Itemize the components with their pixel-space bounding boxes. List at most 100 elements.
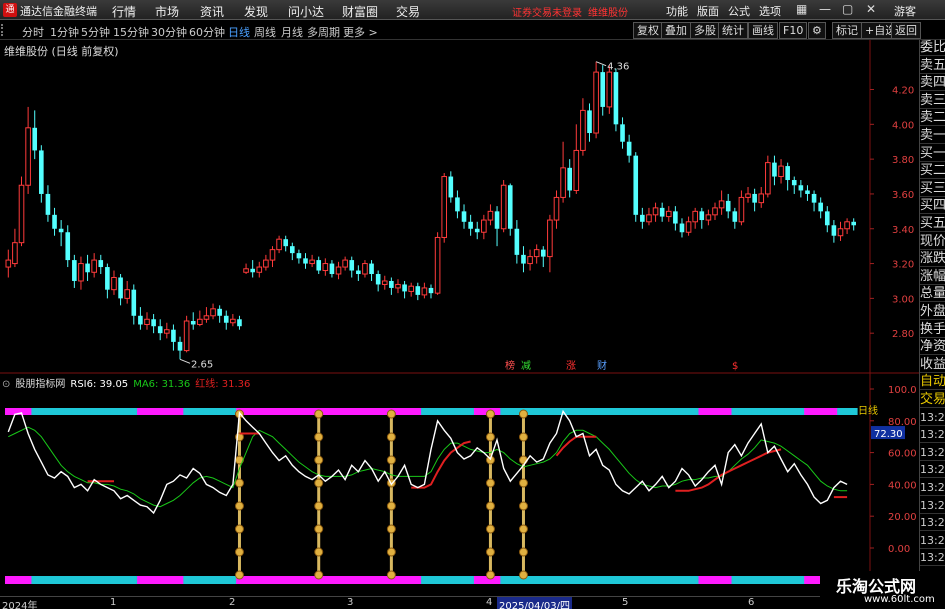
bottom-signal-band — [691, 576, 700, 584]
back-button[interactable]: 返回 — [891, 22, 921, 39]
period-more[interactable]: 更多 > — [343, 24, 378, 40]
period-1min[interactable]: 1分钟 — [50, 24, 79, 40]
money-bag-icon — [518, 501, 528, 511]
maximize-icon[interactable]: ▢ — [842, 2, 853, 16]
bottom-signal-band — [606, 576, 614, 584]
minimize-icon[interactable]: — — [819, 2, 831, 16]
side-panel-item[interactable]: 交易 — [920, 392, 945, 408]
candle-body — [640, 214, 645, 222]
bottom-signal-band — [784, 576, 792, 584]
candle-body — [567, 167, 572, 191]
side-panel-item[interactable]: 收益 — [920, 357, 945, 373]
bottom-signal-band — [526, 576, 534, 584]
side-panel-item[interactable]: 13:23 — [920, 550, 945, 567]
side-panel-item[interactable]: 委比 — [920, 40, 945, 56]
menu-xuanxiang[interactable]: 选项 — [759, 3, 781, 19]
candle-body — [692, 210, 698, 223]
top-signal-band — [447, 408, 455, 415]
menu-jiaoyi[interactable]: 交易 — [396, 3, 420, 20]
money-bag-icon — [234, 524, 244, 534]
side-panel-item[interactable]: 卖三 — [920, 93, 945, 109]
side-panel-item[interactable]: 13:22 — [920, 445, 945, 461]
side-panel-item[interactable]: 13:22 — [920, 410, 945, 426]
tongji-button[interactable]: 统计 — [718, 22, 748, 39]
side-panel-item[interactable]: 涨跌 — [920, 251, 945, 268]
diejia-button[interactable]: 叠加 — [661, 22, 691, 39]
period-multi[interactable]: 多周期 — [307, 24, 340, 40]
top-signal-band — [348, 408, 356, 415]
period-15min[interactable]: 15分钟 — [113, 24, 149, 40]
huaxian-button[interactable]: 画线 — [748, 22, 778, 39]
top-signal-band — [440, 408, 449, 415]
side-panel-item[interactable]: 买四 — [920, 198, 945, 215]
side-panel-item[interactable]: 13:23 — [920, 498, 945, 514]
side-panel-item[interactable]: 总量 — [920, 286, 945, 303]
side-panel-item[interactable]: 现价 — [920, 234, 945, 250]
indicator-toggle-icon[interactable]: ⊙ — [2, 379, 10, 390]
candle-body — [712, 207, 718, 216]
period-60min[interactable]: 60分钟 — [189, 24, 225, 40]
date-axis: 2024年 1 2 3 4 2025/04/03/四 5 6 — [0, 596, 820, 609]
period-daily[interactable]: 日线 — [228, 24, 250, 40]
menu-caifuquan[interactable]: 财富圈 — [342, 3, 378, 20]
close-icon[interactable]: ✕ — [866, 2, 876, 16]
side-panel-item[interactable]: 卖五 — [920, 58, 945, 74]
grid-icon[interactable]: ▦ — [796, 2, 807, 16]
top-signal-band — [639, 408, 647, 415]
top-signal-band — [269, 408, 277, 415]
side-panel-item[interactable]: 卖一 — [920, 128, 945, 144]
period-monthly[interactable]: 月线 — [281, 24, 303, 40]
bottom-signal-band — [203, 576, 211, 584]
menu-hangqing[interactable]: 行情 — [112, 3, 136, 20]
side-panel-item[interactable]: 卖四 — [920, 75, 945, 92]
side-panel-item[interactable]: 13:22 — [920, 427, 945, 444]
menu-shichang[interactable]: 市场 — [155, 3, 179, 20]
side-panel-item[interactable]: 13:23 — [920, 533, 945, 549]
side-panel-item[interactable]: 买二 — [920, 163, 945, 180]
side-panel-item[interactable]: 外盘 — [920, 304, 945, 320]
candle-body — [758, 193, 765, 204]
side-panel-item[interactable]: 买五 — [920, 216, 945, 232]
menu-faxian[interactable]: 发现 — [244, 3, 268, 20]
side-panel-item[interactable]: 涨幅 — [920, 269, 945, 285]
indicator-name[interactable]: 股朋指标网 — [15, 379, 65, 390]
side-panel-item[interactable]: 买一 — [920, 146, 945, 162]
f10-button[interactable]: F10 — [779, 22, 808, 39]
event-marker-label: 减 — [521, 360, 531, 372]
period-5min[interactable]: 5分钟 — [81, 24, 110, 40]
bottom-signal-band — [196, 576, 204, 584]
top-signal-band — [751, 408, 759, 415]
side-panel-item[interactable]: 净资 — [920, 339, 945, 356]
menu-wenxiaoda[interactable]: 问小达 — [288, 3, 324, 20]
candle-body — [448, 176, 454, 198]
menu-banmian[interactable]: 版面 — [697, 3, 719, 19]
money-bag-icon — [485, 432, 495, 442]
side-panel-item[interactable]: 13:23 — [920, 515, 945, 532]
menu-zixun[interactable]: 资讯 — [200, 3, 224, 20]
kline-chart[interactable]: 4.20 4.00 3.80 3.60 3.40 3.20 3.00 2.80 4.36 2.65… — [0, 40, 919, 596]
side-panel-item[interactable]: 自动 — [920, 374, 945, 391]
side-panel-item[interactable]: 买三 — [920, 181, 945, 197]
guest-user[interactable]: 游客 — [894, 3, 916, 19]
period-30min[interactable]: 30分钟 — [151, 24, 187, 40]
candle-body — [250, 268, 255, 273]
biaoji-button[interactable]: 标记 — [832, 22, 862, 39]
settings-icon[interactable]: ⚙ — [808, 22, 826, 39]
money-bag-icon — [314, 455, 324, 465]
period-weekly[interactable]: 周线 — [254, 24, 276, 40]
menu-gongshi[interactable]: 公式 — [728, 3, 750, 19]
side-panel-item[interactable]: 换手 — [920, 322, 945, 338]
fuquan-button[interactable]: 复权 — [633, 22, 663, 39]
side-panel-item[interactable]: 13:22 — [920, 462, 945, 479]
login-status[interactable]: 证券交易未登录 — [512, 4, 582, 19]
duogu-button[interactable]: 多股 — [690, 22, 720, 39]
top-signal-band — [645, 408, 653, 415]
side-panel-item[interactable]: 卖二 — [920, 110, 945, 127]
menu-gongneng[interactable]: 功能 — [666, 3, 688, 19]
top-signal-band — [652, 408, 660, 415]
bottom-signal-band — [355, 576, 363, 584]
bottom-signal-band — [170, 576, 178, 584]
side-panel-item[interactable]: 13:23 — [920, 480, 945, 496]
period-fenshi[interactable]: 分时 — [22, 24, 44, 40]
toolbar-grip-icon[interactable] — [1, 24, 10, 36]
